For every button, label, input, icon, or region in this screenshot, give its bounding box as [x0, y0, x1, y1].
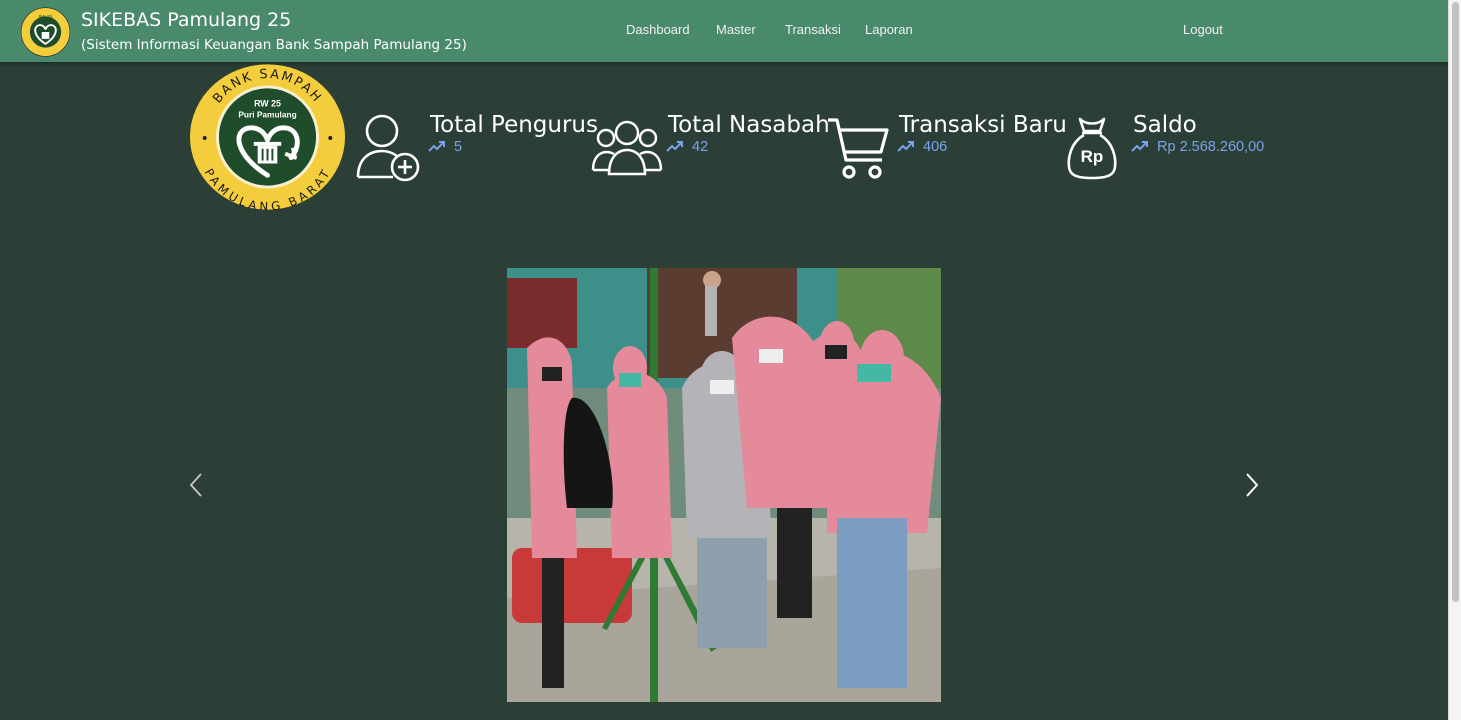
user-add-icon	[356, 114, 420, 182]
carousel-next-button[interactable]	[1242, 470, 1262, 500]
carousel-photo	[507, 268, 941, 702]
stat-saldo-label: Saldo	[1133, 112, 1197, 138]
svg-text:RW 25: RW 25	[38, 14, 52, 20]
logout-link[interactable]: Logout	[1183, 22, 1223, 37]
page-scrollbar[interactable]	[1448, 0, 1461, 720]
app-title[interactable]: SIKEBAS Pamulang 25	[81, 9, 291, 31]
trend-up-icon	[428, 141, 445, 152]
logo-location: Puri Pamulang	[238, 109, 296, 119]
top-navbar: RW 25 SIKEBAS Pamulang 25 (Sistem Inform…	[0, 0, 1448, 62]
stat-transaksi-baru-value: 406	[923, 139, 948, 155]
cart-icon	[828, 118, 889, 179]
trend-up-icon	[897, 141, 914, 152]
trend-up-icon	[666, 141, 683, 152]
logo-rw: RW 25	[254, 99, 281, 109]
stat-transaksi-baru-label: Transaksi Baru	[899, 112, 1067, 138]
carousel-prev-button[interactable]	[186, 470, 206, 500]
nav-master[interactable]: Master	[716, 22, 756, 37]
money-bag-text: Rp	[1081, 147, 1104, 166]
users-icon	[591, 120, 663, 176]
stat-total-nasabah-label: Total Nasabah	[668, 112, 830, 138]
nav-transaksi[interactable]: Transaksi	[785, 22, 841, 37]
scrollbar-thumb[interactable]	[1452, 2, 1459, 602]
money-bag-icon: Rp	[1067, 117, 1117, 180]
stat-total-pengurus-value: 5	[454, 139, 463, 155]
nav-dashboard[interactable]: Dashboard	[626, 22, 690, 37]
bank-sampah-logo: BANK SAMPAH PAMULANG BARAT RW 25 Puri Pa…	[189, 64, 346, 211]
nav-laporan[interactable]: Laporan	[865, 22, 913, 37]
stat-saldo-value: Rp 2.568.260,00	[1157, 139, 1265, 155]
trend-up-icon	[1131, 141, 1148, 152]
stat-total-nasabah-value: 42	[692, 139, 709, 155]
app-subtitle: (Sistem Informasi Keuangan Bank Sampah P…	[81, 37, 467, 53]
stat-total-pengurus-label: Total Pengurus	[430, 112, 598, 138]
bank-sampah-logo-small[interactable]: RW 25	[19, 7, 72, 57]
